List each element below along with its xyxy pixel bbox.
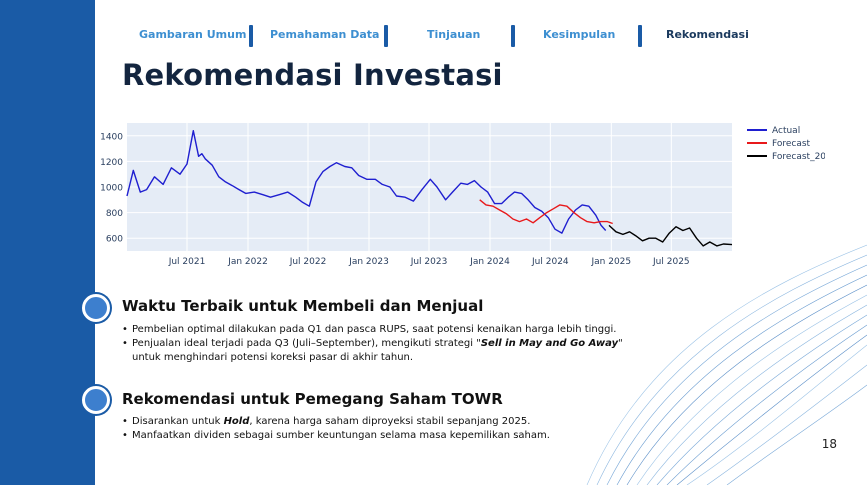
x-tick-label: Jan 2022 — [227, 257, 268, 266]
tab-pemahaman-data[interactable]: Pemahaman Data — [270, 28, 379, 41]
forecast-line-chart: 600800100012001400 Jul 2021 Jan 2022 Jul 2… — [100, 123, 825, 266]
x-tick-label: Jan 2025 — [591, 257, 632, 266]
bullet-item: Disarankan untuk Hold, karena harga saha… — [122, 415, 642, 429]
bullet-text: Penjualan ideal terjadi pada Q3 (Juli–Se… — [132, 338, 481, 349]
nav-separator — [511, 25, 515, 47]
page-number: 18 — [821, 437, 837, 451]
bullet-item: untuk menghindari potensi koreksi pasar … — [122, 351, 642, 365]
section-title-recommendation: Rekomendasi untuk Pemegang Saham TOWR — [122, 390, 503, 408]
x-tick-label: Jan 2024 — [469, 257, 510, 266]
y-tick-label: 800 — [106, 209, 123, 219]
x-tick-label: Jan 2023 — [348, 257, 389, 266]
bullet-text: " — [618, 338, 623, 349]
emphasized-text: Hold — [223, 416, 250, 427]
legend-label: Forecast_2025 — [772, 152, 825, 162]
legend-label: Actual — [772, 126, 800, 136]
bullet-text: untuk menghindari potensi koreksi pasar … — [132, 352, 414, 363]
section-marker-dot — [82, 386, 110, 414]
y-tick-label: 600 — [106, 235, 123, 245]
legend-label: Forecast — [772, 139, 811, 149]
bullet-list-recommendation: Disarankan untuk Hold, karena harga saha… — [122, 415, 642, 443]
bullet-text: , karena harga saham diproyeksi stabil s… — [249, 416, 531, 427]
y-tick-label: 1400 — [100, 132, 123, 142]
section-marker-dot — [82, 294, 110, 322]
y-tick-label: 1200 — [100, 158, 123, 168]
bullet-item: Manfaatkan dividen sebagai sumber keuntu… — [122, 429, 642, 443]
x-tick-label: Jul 2022 — [289, 257, 327, 266]
tab-kesimpulan[interactable]: Kesimpulan — [543, 28, 615, 41]
left-sidebar-band — [0, 0, 95, 485]
chart-legend: Actual Forecast Forecast_2025 — [747, 126, 825, 162]
nav-separator — [384, 25, 388, 47]
nav-separator — [249, 25, 253, 47]
x-tick-label: Jul 2023 — [410, 257, 448, 266]
bullet-item: Pembelian optimal dilakukan pada Q1 dan … — [122, 323, 642, 337]
bullet-text: Manfaatkan dividen sebagai sumber keuntu… — [132, 430, 550, 441]
x-tick-label: Jul 2025 — [652, 257, 690, 266]
top-navigation: Gambaran Umum Pemahaman Data Tinjauan Ke… — [120, 25, 760, 47]
bullet-text: Disarankan untuk — [132, 416, 224, 427]
tab-rekomendasi[interactable]: Rekomendasi — [666, 28, 749, 41]
tab-gambaran-umum[interactable]: Gambaran Umum — [139, 28, 246, 41]
nav-separator — [638, 25, 642, 47]
x-axis-ticks: Jul 2021 Jan 2022 Jul 2022 Jan 2023 Jul 2023… — [168, 257, 690, 266]
bullet-item: Penjualan ideal terjadi pada Q3 (Juli–Se… — [122, 337, 642, 351]
bullet-text: Pembelian optimal dilakukan pada Q1 dan … — [132, 324, 617, 335]
y-axis-ticks: 600 800 1000 1200 1400 — [100, 132, 123, 244]
y-tick-label: 1000 — [100, 184, 123, 194]
emphasized-text: Sell in May and Go Away — [480, 338, 619, 349]
x-tick-label: Jul 2021 — [168, 257, 206, 266]
page-title: Rekomendasi Investasi — [122, 58, 503, 92]
tab-tinjauan[interactable]: Tinjauan — [427, 28, 480, 41]
x-tick-label: Jul 2024 — [531, 257, 569, 266]
section-title-timing: Waktu Terbaik untuk Membeli dan Menjual — [122, 297, 484, 315]
bullet-list-timing: Pembelian optimal dilakukan pada Q1 dan … — [122, 323, 642, 365]
